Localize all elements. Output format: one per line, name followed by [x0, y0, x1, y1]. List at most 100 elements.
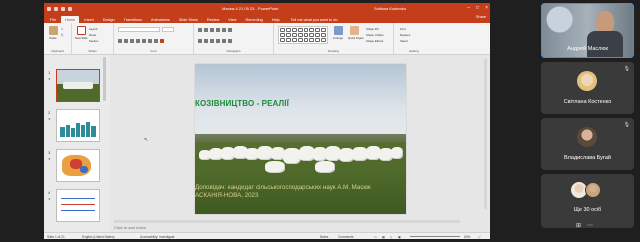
arrange-icon — [333, 26, 343, 35]
redo-icon[interactable] — [68, 6, 72, 11]
font-size-box[interactable] — [162, 27, 174, 32]
tab-help[interactable]: Help — [268, 16, 284, 23]
undo-icon[interactable] — [61, 6, 65, 11]
slide-subtitle[interactable]: Доповідач: кандидат сільськогосподарськи… — [195, 184, 400, 200]
section-button[interactable]: Section — [89, 39, 98, 43]
bold-icon[interactable] — [118, 39, 122, 43]
minimize-icon[interactable]: – — [467, 5, 470, 11]
autosave-icon[interactable] — [47, 6, 51, 11]
slide-number: 2 — [48, 110, 51, 115]
tab-recording[interactable]: Recording — [241, 16, 266, 23]
align-right-icon[interactable] — [210, 39, 214, 43]
user-name[interactable]: Svitlana Kostenko — [374, 6, 406, 11]
slide-thumbnails-pane: 1 ★ 2 ★ 3 ★ 4 ★ — [44, 55, 110, 232]
tab-design[interactable]: Design — [99, 16, 119, 23]
participant-tile-speaker[interactable]: Андрей Маслюк — [541, 3, 634, 58]
tab-review[interactable]: Review — [203, 16, 223, 23]
case-icon[interactable] — [154, 39, 158, 43]
normal-view-icon[interactable]: ▭ — [374, 235, 377, 239]
slide-thumbnail-1[interactable]: 1 ★ — [48, 69, 100, 102]
tab-insert[interactable]: Insert — [80, 16, 98, 23]
slide-canvas[interactable]: КОЗІВНИЦТВО - РЕАЛІЇ Доповідач: кандидат… — [195, 64, 406, 214]
pin-icon[interactable]: ⊞ — [576, 222, 581, 229]
quick-styles-button[interactable]: Quick Styles — [348, 26, 364, 40]
tell-me-search[interactable]: Tell me what you want to do — [285, 16, 342, 23]
numbering-icon[interactable] — [204, 28, 208, 32]
copy-icon[interactable]: ⎘ — [61, 33, 63, 37]
more-options-icon[interactable]: ⋯ — [587, 222, 593, 229]
slideshow-icon[interactable]: ▣ — [398, 235, 401, 239]
spacing-icon[interactable] — [148, 39, 152, 43]
indent-increase-icon[interactable] — [216, 28, 220, 32]
columns-icon[interactable] — [228, 28, 232, 32]
shape-effects-button[interactable]: Shape Effects — [366, 39, 383, 43]
tab-animations[interactable]: Animations — [147, 16, 174, 23]
underline-icon[interactable] — [130, 39, 134, 43]
quick-styles-label: Quick Styles — [348, 36, 364, 40]
slide-title[interactable]: КОЗІВНИЦТВО - РЕАЛІЇ — [195, 99, 289, 108]
select-button[interactable]: Select — [400, 39, 408, 43]
thumbnail-scrollbar[interactable] — [103, 57, 106, 101]
replace-button[interactable]: Replace — [400, 33, 410, 37]
tab-home[interactable]: Home — [61, 16, 80, 23]
layout-button[interactable]: Layout — [89, 27, 97, 31]
reset-button[interactable]: Reset — [89, 33, 96, 37]
participant-tile-3[interactable]: 🎙 Владислава Бугай — [541, 118, 634, 170]
align-left-icon[interactable] — [198, 39, 202, 43]
close-icon[interactable]: × — [485, 5, 488, 11]
indent-decrease-icon[interactable] — [210, 28, 214, 32]
arrange-button[interactable]: Arrange — [332, 26, 344, 40]
font-color-icon[interactable] — [160, 39, 164, 43]
slide-thumbnail-4[interactable]: 4 ★ — [48, 189, 100, 222]
ribbon: Paste ✂ ⎘ Clipboard New Slide Layout Res… — [44, 23, 490, 55]
notes-placeholder[interactable]: Click to add notes — [114, 225, 146, 230]
accessibility-status[interactable]: Accessibility: Investigate — [140, 235, 175, 239]
zoom-level[interactable]: 63% — [464, 235, 470, 239]
justify-icon[interactable] — [216, 39, 220, 43]
panel-controls: ⊞ ⋯ — [576, 222, 593, 229]
group-label-paragraph: Paragraph — [226, 49, 241, 53]
text-direction-icon[interactable] — [222, 39, 226, 43]
cut-icon[interactable]: ✂ — [61, 27, 63, 31]
tab-file[interactable]: File — [46, 16, 60, 23]
italic-icon[interactable] — [124, 39, 128, 43]
font-name-box[interactable] — [118, 27, 160, 32]
new-slide-icon — [76, 26, 86, 35]
shape-fill-button[interactable]: Shape Fill — [366, 27, 378, 31]
align-center-icon[interactable] — [204, 39, 208, 43]
slide-number: 4 — [48, 190, 51, 195]
tab-view[interactable]: View — [224, 16, 240, 23]
save-icon[interactable] — [54, 6, 58, 11]
shape-outline-button[interactable]: Shape Outline — [366, 33, 384, 37]
title-bar: Масюк 4 21 05 23 - PowerPoint Svitlana K… — [44, 3, 490, 14]
fit-to-window-icon[interactable]: ⤢ — [478, 235, 481, 239]
slide-thumbnail-3[interactable]: 3 ★ — [48, 149, 100, 182]
line-spacing-icon[interactable] — [222, 28, 226, 32]
shapes-gallery[interactable] — [278, 26, 328, 44]
slide-sorter-icon[interactable]: ▦ — [382, 235, 385, 239]
avatar — [585, 182, 601, 198]
more-participants-tile[interactable]: Ще 30 осіб — [541, 174, 634, 228]
reading-view-icon[interactable]: ▯ — [390, 235, 392, 239]
new-slide-button[interactable]: New Slide — [75, 26, 88, 40]
slide-number: 3 — [48, 150, 51, 155]
strikethrough-icon[interactable] — [136, 39, 140, 43]
zoom-slider[interactable] — [410, 236, 460, 237]
paste-button[interactable]: Paste — [47, 26, 59, 40]
slide-horizontal-scrollbar[interactable] — [114, 220, 460, 223]
find-button[interactable]: Find — [400, 27, 405, 31]
group-label-clipboard: Clipboard — [51, 49, 64, 53]
smartart-icon[interactable] — [228, 39, 232, 43]
participant-tile-2[interactable]: 🎙 Світлана Костенко — [541, 62, 634, 114]
slide-thumbnail-2[interactable]: 2 ★ — [48, 109, 100, 142]
slide-vertical-scrollbar[interactable] — [484, 59, 487, 209]
notes-button[interactable]: Notes — [320, 235, 328, 239]
bullets-icon[interactable] — [198, 28, 202, 32]
tab-transitions[interactable]: Transitions — [120, 16, 146, 23]
tab-slide-show[interactable]: Slide Show — [175, 16, 202, 23]
share-button[interactable]: Share — [476, 15, 486, 19]
maximize-icon[interactable]: □ — [476, 5, 479, 11]
language-indicator[interactable]: English (United States) — [82, 235, 115, 239]
shadow-icon[interactable] — [142, 39, 146, 43]
comments-button[interactable]: Comments — [338, 235, 353, 239]
